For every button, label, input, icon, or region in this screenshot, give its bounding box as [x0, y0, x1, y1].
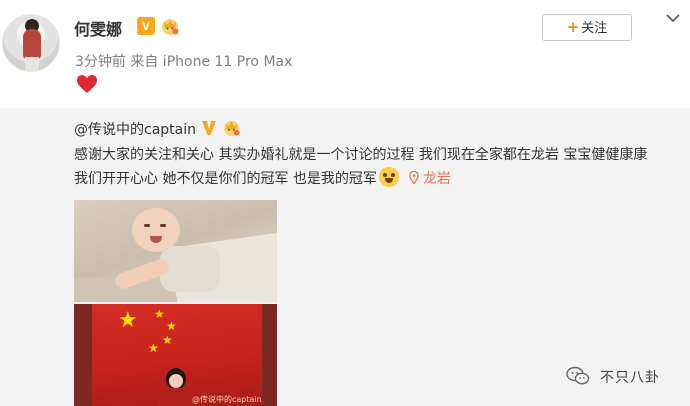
- repost-text: 感谢大家的关注和关心 其实办婚礼就是一个讨论的过程 我们现在全家都在龙岩 宝宝健…: [74, 144, 684, 191]
- follow-label: 关注: [581, 21, 608, 36]
- author-name[interactable]: 何雯娜: [74, 16, 122, 40]
- photo-watermark: @传说中的captain: [192, 395, 262, 404]
- repost-card[interactable]: @传说中的captain 感谢大家的关注和关心 其实办婚礼就是一个讨论的过程 我…: [0, 108, 690, 406]
- repost-author[interactable]: @传说中的captain: [74, 119, 196, 139]
- chevron-down-icon[interactable]: [666, 13, 680, 23]
- verified-v-icon: [202, 121, 216, 135]
- location-link[interactable]: 龙岩: [423, 171, 451, 187]
- wechat-icon: [566, 366, 590, 385]
- repost-text-line2: 我们开开心心 她不仅是你们的冠军 也是我的冠军: [74, 171, 377, 187]
- repost-text-line1: 感谢大家的关注和关心 其实办婚礼就是一个讨论的过程 我们现在全家都在龙岩 宝宝健…: [74, 147, 648, 163]
- post-header: 何雯娜 V 3分钟前 来自 iPhone 11 Pro Max + 关注: [0, 0, 690, 110]
- repost-text-line2-wrap: 我们开开心心 她不仅是你们的冠军 也是我的冠军 龙岩: [74, 167, 684, 191]
- location-pin-icon: [409, 171, 419, 184]
- verified-badge-icon: V: [137, 17, 155, 35]
- laughing-emoji-icon: [378, 167, 399, 187]
- heart-emoji-icon: [77, 75, 97, 93]
- member-crown-icon: [162, 19, 179, 35]
- follow-button[interactable]: + 关注: [542, 14, 632, 41]
- flag-photo[interactable]: ★ ★ ★ ★ ★ @传说中的captain: [74, 304, 277, 406]
- author-avatar[interactable]: [2, 14, 60, 72]
- baby-photo[interactable]: [74, 200, 277, 302]
- brand-name: 不只八卦: [600, 370, 660, 386]
- post-meta: 3分钟前 来自 iPhone 11 Pro Max: [75, 54, 293, 70]
- member-crown-icon: [223, 120, 240, 137]
- plus-icon: +: [566, 18, 580, 36]
